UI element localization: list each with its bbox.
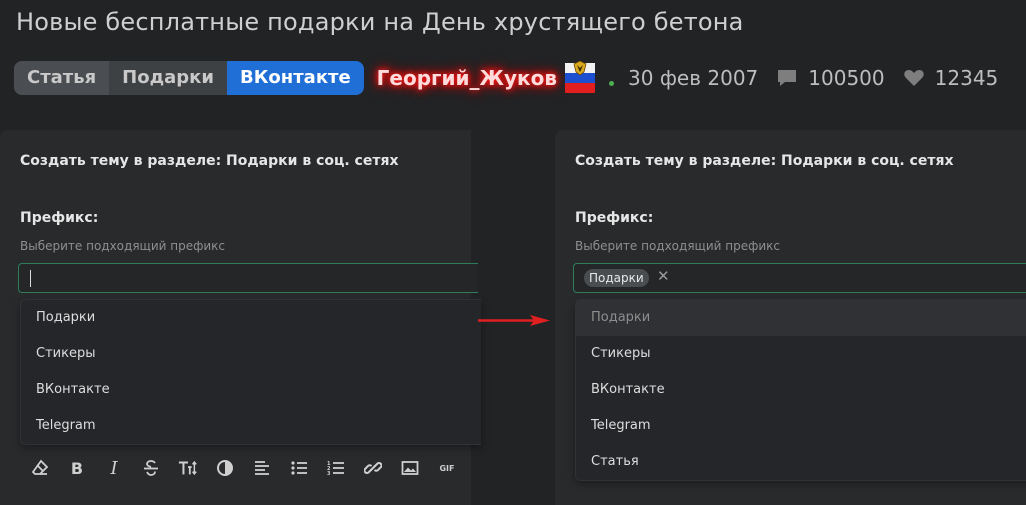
eraser-icon[interactable] [30, 458, 50, 478]
text-size-icon[interactable] [178, 458, 198, 478]
prefix-option[interactable]: ВКонтакте [21, 372, 481, 408]
prefix-hint: Выберите подходящий префикс [20, 239, 226, 253]
close-icon[interactable]: ✕ [657, 267, 670, 285]
prefix-dropdown: Подарки Стикеры ВКонтакте Telegram [20, 299, 481, 445]
tab-article[interactable]: Статья [14, 61, 110, 95]
strikethrough-icon[interactable] [141, 458, 161, 478]
panel-title: Создать тему в разделе: Подарки в соц. с… [575, 153, 954, 169]
category-tabs: Статья Подарки ВКонтакте [14, 61, 364, 95]
prefix-option[interactable]: Подарки [21, 300, 481, 336]
prefix-dropdown: Подарки Стикеры ВКонтакте Telegram Стать… [575, 299, 1026, 481]
prefix-option[interactable]: Стикеры [576, 336, 1026, 372]
align-icon[interactable] [252, 458, 272, 478]
publish-date: 30 фев 2007 [628, 66, 759, 90]
bold-icon[interactable]: B [67, 458, 87, 478]
image-icon[interactable] [400, 458, 420, 478]
create-thread-panel-after: Создать тему в разделе: Подарки в соц. с… [555, 130, 1026, 505]
panel-title: Создать тему в разделе: Подарки в соц. с… [20, 153, 399, 169]
prefix-label: Префикс: [575, 210, 654, 226]
link-icon[interactable] [363, 458, 383, 478]
prefix-option[interactable]: Telegram [576, 408, 1026, 444]
likes-count: 12345 [934, 66, 999, 90]
online-status-dot [609, 80, 615, 86]
comments-count: 100500 [808, 66, 885, 90]
prefix-option-disabled: Подарки [576, 300, 1026, 336]
editor-toolbar: B I 123 GIF [30, 458, 474, 479]
italic-icon[interactable]: I [104, 458, 124, 479]
article-meta-row: Статья Подарки ВКонтакте Георгий_Жуков 3… [14, 61, 998, 95]
text-caret [30, 270, 31, 287]
author-link[interactable]: Георгий_Жуков [377, 66, 557, 90]
bulleted-list-icon[interactable] [289, 458, 309, 478]
gif-icon[interactable]: GIF [437, 458, 457, 478]
tab-vkontakte[interactable]: ВКонтакте [227, 61, 364, 95]
create-thread-panel-before: Создать тему в разделе: Подарки в соц. с… [0, 130, 481, 505]
prefix-input[interactable] [18, 263, 478, 293]
prefix-option[interactable]: ВКонтакте [576, 372, 1026, 408]
arrow-right-icon [478, 315, 550, 326]
comment-icon [778, 70, 797, 86]
comments-stat[interactable]: 100500 [776, 66, 885, 90]
selected-prefix-chip: Подарки [584, 269, 649, 287]
russian-flag-icon [565, 61, 596, 93]
color-icon[interactable] [215, 458, 235, 478]
numbered-list-icon[interactable]: 123 [326, 458, 346, 478]
tab-gifts[interactable]: Подарки [109, 61, 227, 95]
prefix-hint: Выберите подходящий префикс [575, 239, 781, 253]
likes-stat[interactable]: 12345 [903, 66, 999, 90]
svg-text:3: 3 [327, 471, 331, 477]
prefix-label: Префикс: [20, 210, 99, 226]
prefix-option[interactable]: Статья [576, 444, 1026, 480]
prefix-option[interactable]: Telegram [21, 408, 481, 444]
heart-icon [903, 70, 924, 86]
prefix-option[interactable]: Стикеры [21, 336, 481, 372]
page-title: Новые бесплатные подарки на День хрустящ… [16, 8, 744, 36]
prefix-input[interactable]: Подарки ✕ [573, 263, 1026, 293]
